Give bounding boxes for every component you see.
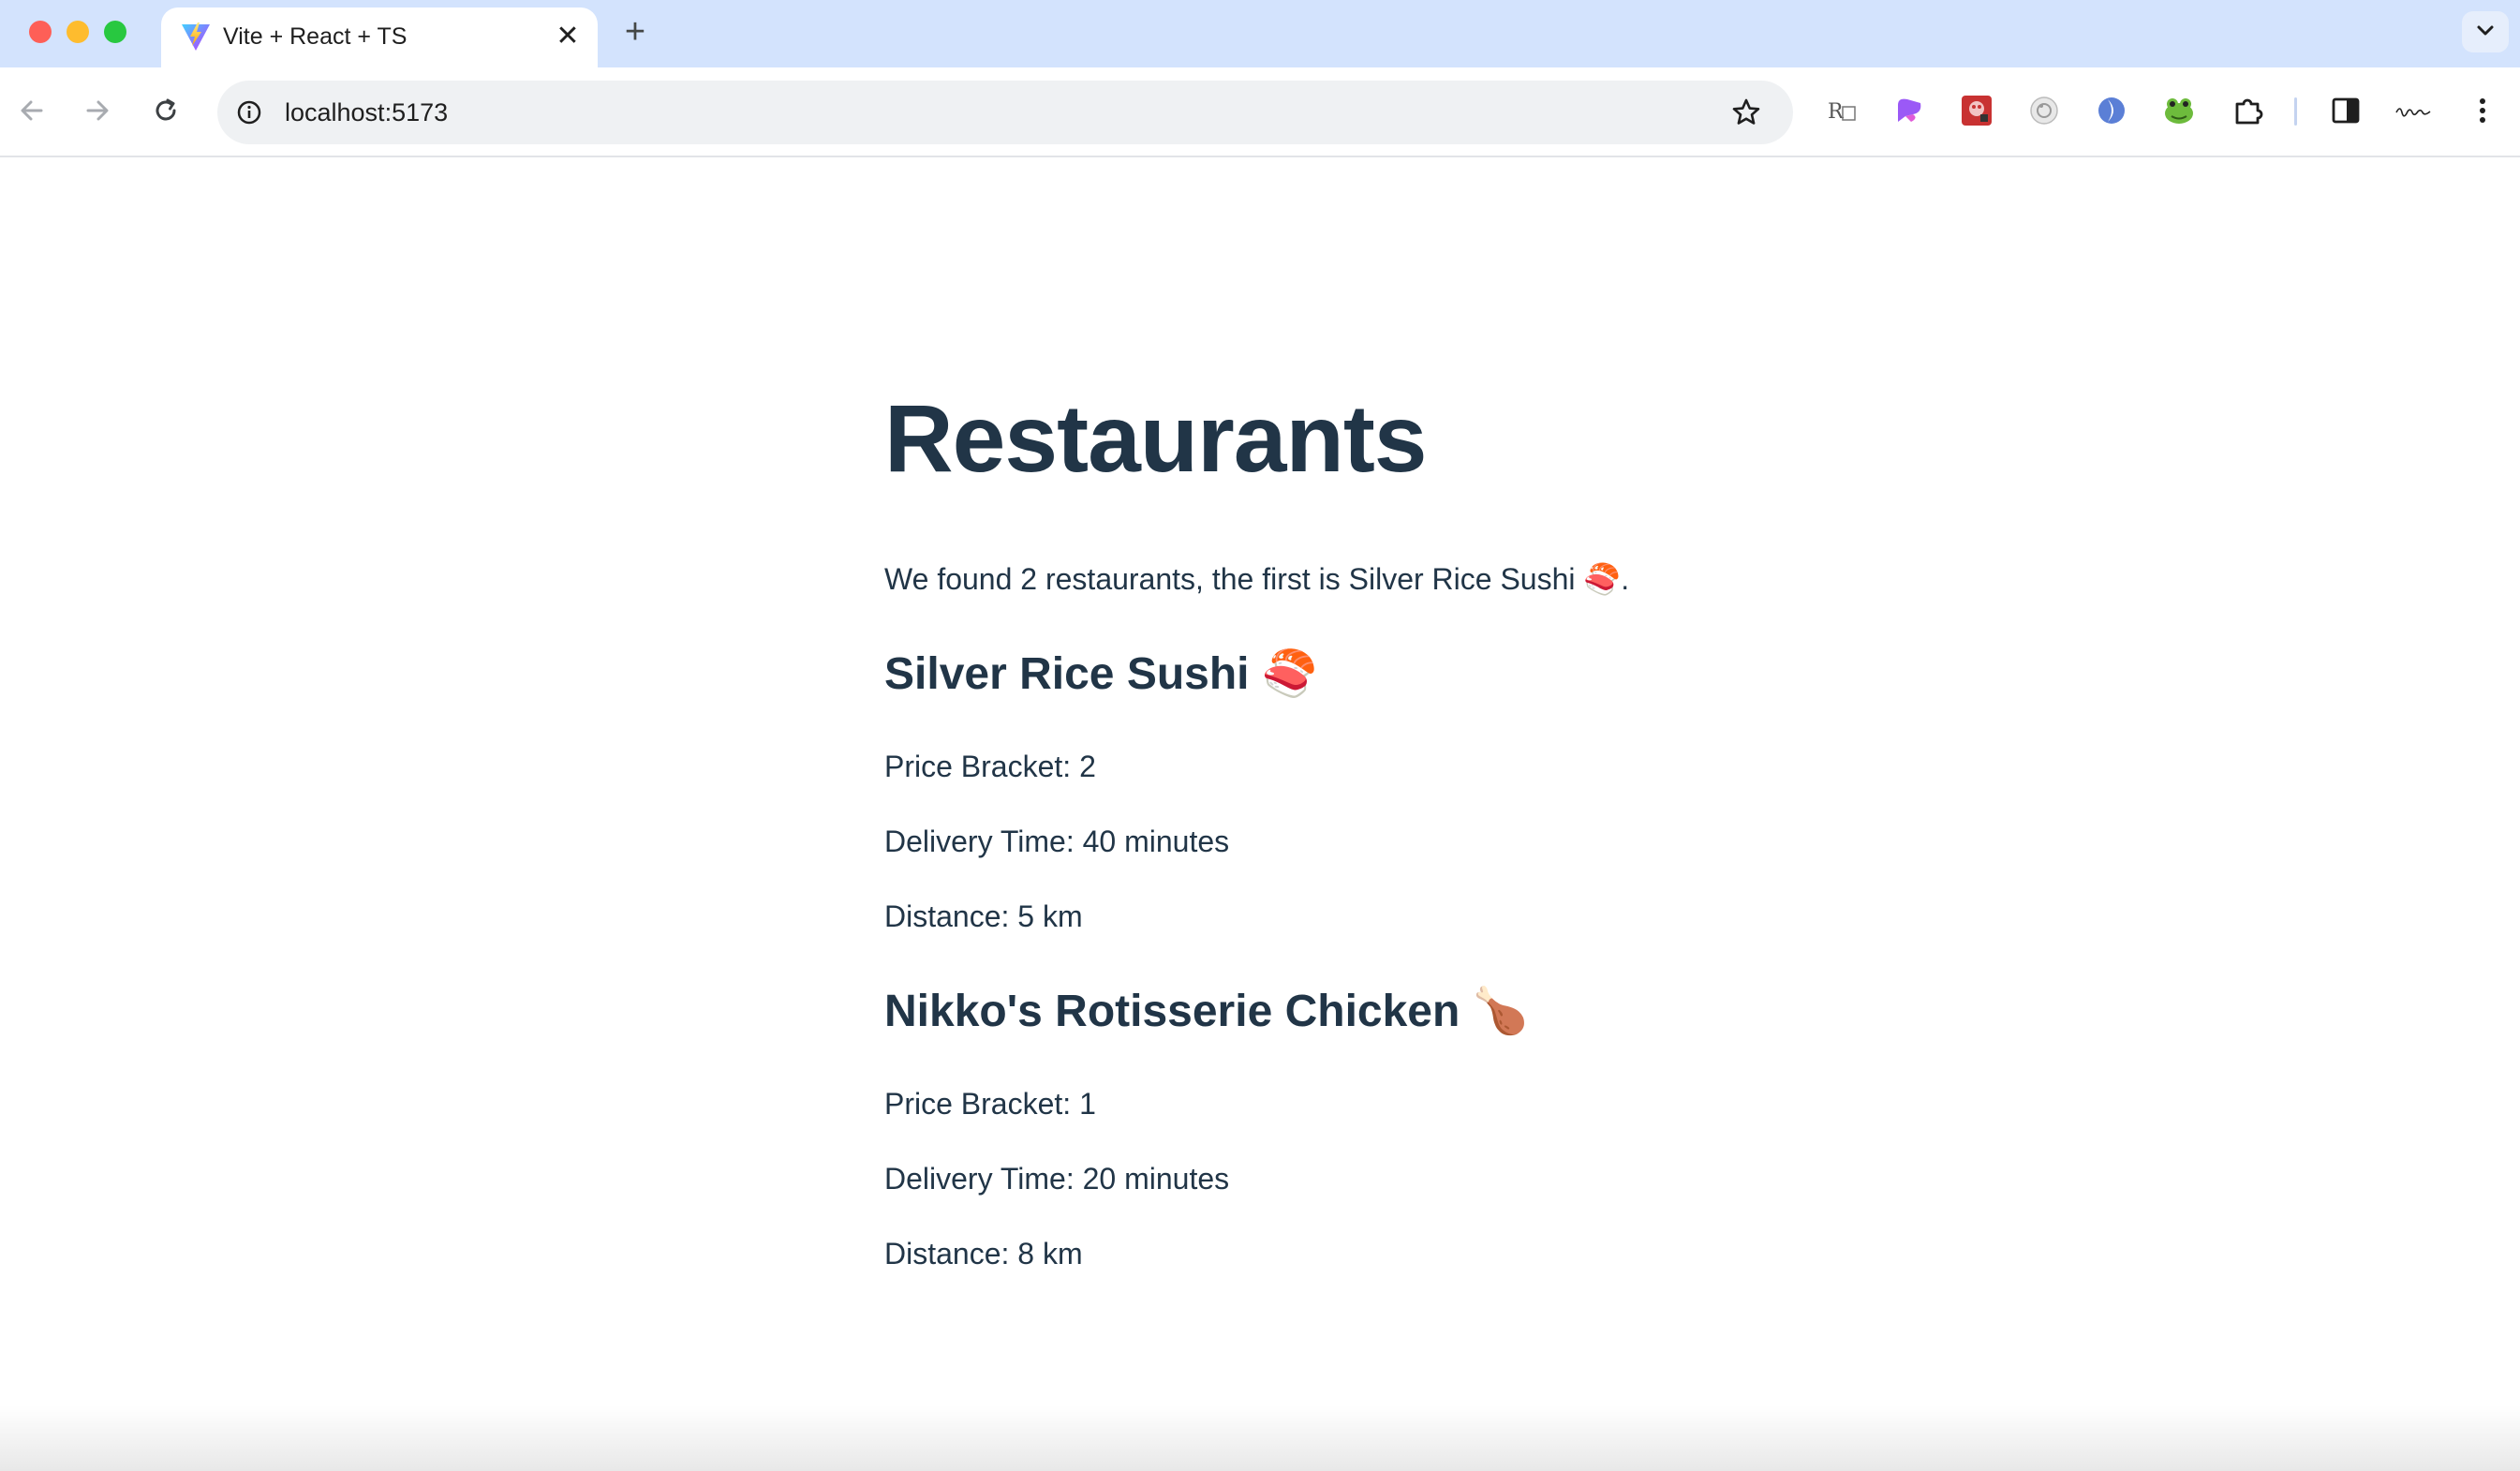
restaurant-price-bracket: Price Bracket: 1 bbox=[884, 1087, 1096, 1121]
back-arrow-icon bbox=[17, 96, 47, 130]
restaurant-price-bracket: Price Bracket: 2 bbox=[884, 750, 1096, 783]
url-text: localhost:5173 bbox=[285, 98, 449, 126]
extensions-button[interactable] bbox=[2226, 90, 2271, 135]
browser-menu-button[interactable] bbox=[2460, 90, 2505, 135]
page-viewport: Restaurants We found 2 restaurants, the … bbox=[0, 157, 2520, 1471]
back-button[interactable] bbox=[9, 90, 54, 135]
side-panel-button[interactable] bbox=[2323, 90, 2368, 135]
kebab-menu-icon bbox=[2473, 94, 2492, 132]
reader-extension-button[interactable]: R bbox=[1819, 90, 1864, 135]
forward-arrow-icon bbox=[82, 96, 112, 130]
red-extension-icon bbox=[1960, 94, 1994, 132]
browser-toolbar: localhost:5173 R bbox=[0, 67, 2520, 157]
close-window-button[interactable] bbox=[29, 21, 52, 43]
minimize-window-button[interactable] bbox=[67, 21, 89, 43]
blue-extension-button[interactable] bbox=[2089, 90, 2134, 135]
restaurant-name: Silver Rice Sushi 🍣 bbox=[884, 649, 1318, 699]
restaurant-distance: Distance: 8 km bbox=[884, 1237, 1083, 1270]
info-icon[interactable] bbox=[232, 96, 266, 129]
tab-title: Vite + React + TS bbox=[223, 23, 408, 50]
tab-search-button[interactable] bbox=[2462, 11, 2509, 52]
active-tab[interactable]: Vite + React + TS ✕ bbox=[161, 7, 598, 69]
reader-extension-icon: R bbox=[1825, 94, 1859, 132]
profile-signature-icon bbox=[2394, 94, 2432, 132]
reload-button[interactable] bbox=[143, 90, 188, 135]
purple-extension-icon bbox=[1892, 94, 1926, 132]
star-icon[interactable] bbox=[1727, 94, 1765, 131]
restaurant-delivery-time: Delivery Time: 20 minutes bbox=[884, 1162, 1230, 1196]
toolbar-divider bbox=[2294, 97, 2297, 126]
side-panel-icon bbox=[2330, 95, 2362, 131]
new-tab-button[interactable]: + bbox=[618, 14, 652, 50]
restaurant-distance: Distance: 5 km bbox=[884, 899, 1083, 933]
frog-extension-icon bbox=[2162, 94, 2196, 132]
restaurant-delivery-time: Delivery Time: 40 minutes bbox=[884, 825, 1230, 858]
grey-circle-extension-icon bbox=[2027, 94, 2061, 132]
address-bar[interactable]: localhost:5173 bbox=[217, 81, 1793, 144]
profile-button[interactable] bbox=[2391, 90, 2436, 135]
close-tab-icon[interactable]: ✕ bbox=[553, 22, 583, 52]
red-extension-button[interactable] bbox=[1954, 90, 1999, 135]
restaurant-name: Nikko's Rotisserie Chicken 🍗 bbox=[884, 987, 1529, 1036]
maximize-window-button[interactable] bbox=[104, 21, 126, 43]
puzzle-icon bbox=[2231, 94, 2265, 132]
grey-circle-extension-button[interactable] bbox=[2022, 90, 2067, 135]
blue-extension-icon bbox=[2095, 94, 2128, 132]
forward-button[interactable] bbox=[75, 90, 120, 135]
restaurant-summary: We found 2 restaurants, the first is Sil… bbox=[884, 562, 1630, 596]
chevron-down-icon bbox=[2475, 20, 2496, 45]
frog-extension-button[interactable] bbox=[2157, 90, 2201, 135]
reload-icon bbox=[151, 96, 181, 130]
vite-logo-icon bbox=[180, 21, 212, 52]
page-title: Restaurants bbox=[884, 385, 1428, 492]
tab-strip: Vite + React + TS ✕ + bbox=[0, 0, 2520, 69]
purple-extension-button[interactable] bbox=[1887, 90, 1932, 135]
window-bottom-shadow bbox=[0, 1405, 2520, 1471]
